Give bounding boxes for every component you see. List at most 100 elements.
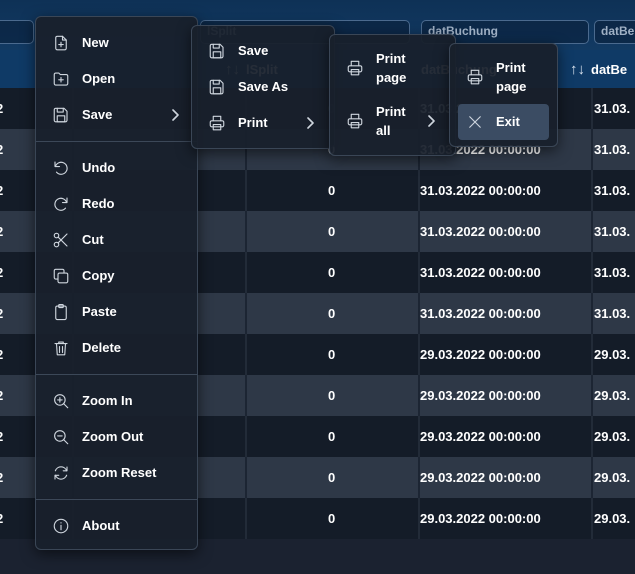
context-menu: New Open Save Undo Redo Cut Copy Paste D… [35,16,198,550]
submenu-item-save[interactable]: Save [192,33,334,69]
filter-input-col0[interactable] [0,20,34,44]
menu-item-zoom-out[interactable]: Zoom Out [36,419,197,455]
cell-split: 0 [328,511,336,526]
column-divider [591,498,593,539]
menu-separator [36,499,197,500]
info-icon [53,518,69,534]
chevron-right-icon [172,109,179,121]
menu-item-label: Copy [82,268,115,283]
submenu-item-label: Exit [496,114,520,129]
column-divider [245,252,247,293]
submenu-item-label: Print [238,115,268,130]
submenu-item-label: page [496,79,527,94]
menu-item-label: About [82,518,120,533]
submenu-item-print-all[interactable]: Print all [330,96,455,146]
submenu-item-label: Save As [238,79,289,94]
menu-item-label: Paste [82,304,117,319]
folder-plus-icon [53,72,69,86]
save-icon [209,79,224,95]
submenu-item-label: Print [376,51,406,66]
printer-icon [467,69,483,85]
menu-item-delete[interactable]: Delete [36,330,197,366]
cell-be: 29.03. [594,347,631,362]
menu-item-zoom-in[interactable]: Zoom In [36,383,197,419]
menu-item-label: Delete [82,340,122,355]
submenu-item-print-page[interactable]: Print page [330,43,455,93]
printer-icon [347,60,363,76]
cell-be: 31.03. [594,183,631,198]
clipboard-icon [55,303,67,321]
column-divider [591,416,593,457]
column-divider [591,334,593,375]
column-divider [591,129,593,170]
menu-item-label: Undo [82,160,116,175]
header-be[interactable]: ↑↓ datBe [570,50,635,88]
cell-split: 0 [328,470,336,485]
cell-split: 0 [328,306,336,321]
printer-icon [209,115,225,131]
column-divider [591,211,593,252]
submenu-item-label: all [376,123,391,138]
chevron-right-icon [428,115,435,127]
column-divider [245,498,247,539]
menu-item-label: Save [82,107,113,122]
column-divider [591,252,593,293]
cell-be: 31.03. [594,265,631,280]
cell-buchung: 29.03.2022 00:00:00 [420,470,541,485]
cell-buchung: 31.03.2022 00:00:00 [420,265,541,280]
menu-item-label: Zoom Out [82,429,144,444]
cell-be: 29.03. [594,429,631,444]
cell-be: 31.03. [594,101,631,116]
menu-item-zoom-reset[interactable]: Zoom Reset [36,455,197,491]
chevron-right-icon [307,117,314,129]
menu-item-save[interactable]: Save [36,97,197,133]
column-divider [245,334,247,375]
submenu-item-exit[interactable]: Exit [450,104,557,140]
submenu-item-print[interactable]: Print [192,105,334,141]
menu-item-new[interactable]: New [36,25,197,61]
cell-buchung: 29.03.2022 00:00:00 [420,388,541,403]
submenu-item-print-page[interactable]: Print page [450,52,557,102]
column-divider [591,170,593,211]
column-divider [245,457,247,498]
close-icon [469,116,481,128]
cell-buchung: 31.03.2022 00:00:00 [420,224,541,239]
sort-icon[interactable]: ↑↓ [570,61,585,78]
printer-icon [347,113,363,129]
submenu-item-save-as[interactable]: Save As [192,69,334,105]
cell-col0: 2 [0,211,16,252]
cell-split: 0 [328,183,336,198]
menu-item-label: Zoom In [82,393,133,408]
file-plus-icon [55,35,67,51]
menu-item-undo[interactable]: Undo [36,150,197,186]
print-submenu: Print page Print all [329,34,456,156]
cell-buchung: 29.03.2022 00:00:00 [420,429,541,444]
menu-item-label: Redo [82,196,115,211]
cell-buchung: 29.03.2022 00:00:00 [420,511,541,526]
copy-icon [53,268,69,284]
filter-input-be[interactable]: datBe [594,20,635,44]
cell-buchung: 31.03.2022 00:00:00 [420,306,541,321]
cell-split: 0 [328,347,336,362]
print-all-submenu: Print page Exit [449,43,558,147]
menu-separator [36,141,197,142]
menu-item-redo[interactable]: Redo [36,186,197,222]
column-divider [591,88,593,129]
cell-be: 29.03. [594,470,631,485]
cell-be: 29.03. [594,388,631,403]
menu-item-paste[interactable]: Paste [36,294,197,330]
trash-icon [54,341,68,356]
menu-item-open[interactable]: Open [36,61,197,97]
menu-item-about[interactable]: About [36,508,197,544]
column-divider [245,293,247,334]
menu-separator [36,374,197,375]
menu-item-cut[interactable]: Cut [36,222,197,258]
column-divider [591,457,593,498]
column-divider [245,170,247,211]
menu-item-copy[interactable]: Copy [36,258,197,294]
cell-col0: 2 [0,334,16,375]
menu-item-label: New [82,35,109,50]
zoom-out-icon [54,430,69,445]
scissors-icon [53,232,68,248]
cell-split: 0 [328,429,336,444]
